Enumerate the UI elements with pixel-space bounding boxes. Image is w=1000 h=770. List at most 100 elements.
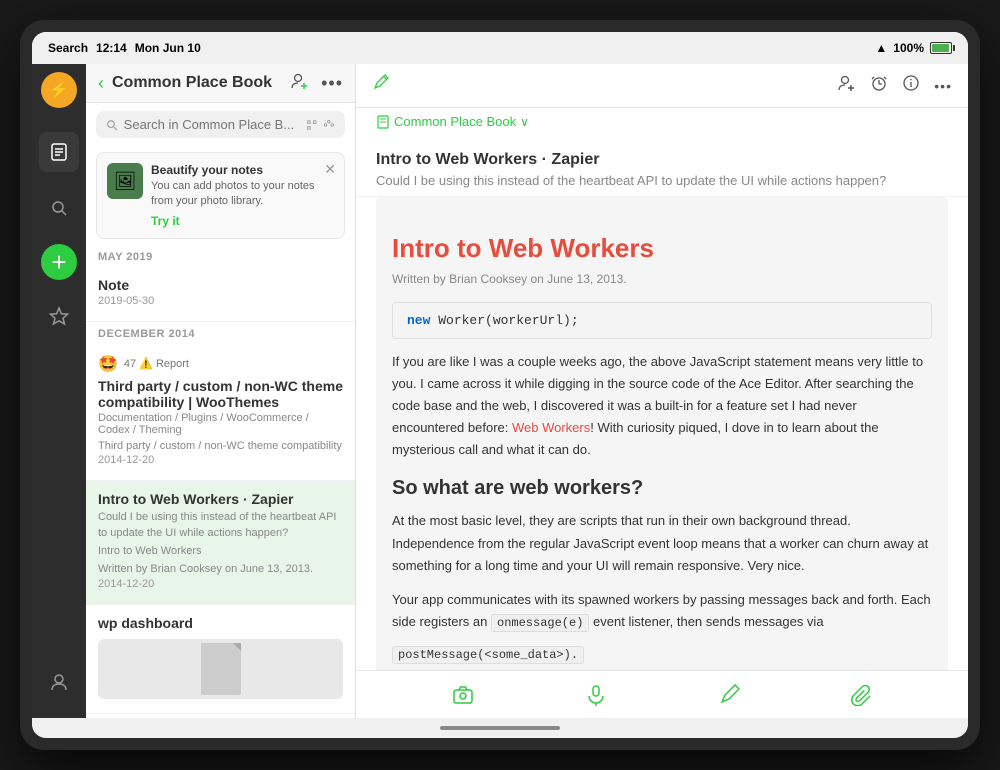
date-display: Mon Jun 10 [135,41,201,55]
promo-image: 🖼 [107,163,143,199]
icon-sidebar: ⚡ [32,64,86,718]
star-svg [49,306,69,326]
article-meta: Written by Brian Cooksey on June 13, 201… [392,272,932,286]
note-date: 2014-12-20 [98,578,343,590]
note-author: Written by Brian Cooksey on June 13, 201… [98,562,343,577]
note-subtitle: Could I be using this instead of the hea… [376,173,948,188]
more-options-icon[interactable]: ••• [321,73,343,94]
home-indicator [32,718,968,738]
section-header-may2019: MAY 2019 [86,245,355,267]
home-bar [440,726,560,730]
status-right: ▲ 100% [875,41,952,55]
attachment-button[interactable] [851,684,873,706]
breadcrumb-chevron: ∨ [520,115,529,129]
list-item[interactable]: Note 2019-05-30 [86,267,355,322]
filter-icon [323,118,335,132]
code-block: new Worker(workerUrl); [392,302,932,339]
code-body: Worker(workerUrl); [438,313,578,328]
code-keyword: new [407,313,430,328]
promo-description: You can add photos to your notes from yo… [151,179,334,210]
content-topbar: ••• [356,64,968,108]
back-button[interactable]: ‹ [98,73,104,94]
search-bar [96,111,345,138]
app-container: ⚡ [32,64,968,718]
notes-panel-title: Common Place Book [112,74,272,92]
search-svg [49,198,69,218]
note-title: Intro to Web Workers · Zapier [98,491,343,507]
pen-button[interactable] [718,684,740,706]
article-link[interactable]: Web Workers [512,420,590,435]
more-content-icon[interactable]: ••• [934,78,952,94]
note-body[interactable]: Intro to Web Workers Written by Brian Co… [356,197,968,670]
tablet-frame: Search 12:14 Mon Jun 10 ▲ 100% ⚡ [20,20,980,750]
wifi-icon: ▲ [875,41,887,55]
topbar-left [372,74,390,97]
camera-button[interactable] [452,684,474,706]
notes-header-left: ‹ Common Place Book [98,73,272,94]
note-main-title: Intro to Web Workers · Zapier [376,151,948,169]
inline-code-block: postMessage(<some_data>). [392,645,932,663]
search-icon [106,118,118,132]
note-desc: Third party / custom / non-WC theme comp… [98,439,343,454]
status-bar: Search 12:14 Mon Jun 10 ▲ 100% [32,32,968,64]
promo-title: Beautify your notes [151,163,334,177]
promo-content: Beautify your notes You can add photos t… [151,163,334,228]
notes-header: ‹ Common Place Book ••• [86,64,355,103]
alarm-icon[interactable] [870,74,888,97]
star-icon[interactable] [39,296,79,336]
list-item[interactable]: 🤩 47 ⚠️ Report Third party / custom / no… [86,344,355,481]
promo-card: 🖼 Beautify your notes You can add photos… [96,152,345,239]
lightning-icon[interactable]: ⚡ [41,72,77,108]
emoji-row: 🤩 47 ⚠️ Report [98,354,343,374]
search-label: Search [48,41,88,55]
user-sidebar-icon[interactable] [39,662,79,702]
document-thumb [201,643,241,695]
edit-icon[interactable] [372,74,390,97]
microphone-button[interactable] [585,684,607,706]
notes-list: MAY 2019 Note 2019-05-30 DECEMBER 2014 🤩… [86,245,355,718]
notes-icon[interactable] [39,132,79,172]
list-item[interactable]: Intro to Web Workers · Zapier Could I be… [86,481,355,605]
note-date: 2019-05-30 [98,295,343,307]
section-header-dec2014: DECEMBER 2014 [86,322,355,344]
note-emoji: 🤩 [98,354,118,374]
add-collaborator-icon[interactable] [838,74,856,97]
article-container: Intro to Web Workers Written by Brian Co… [376,197,948,670]
breadcrumb-label[interactable]: Common Place Book [394,114,516,129]
article-para-1: If you are like I was a couple weeks ago… [392,351,932,461]
note-header: Intro to Web Workers · Zapier Could I be… [356,135,968,197]
time-display: 12:14 [96,41,127,55]
article-title: Intro to Web Workers [392,233,932,264]
list-item[interactable]: wp dashboard [86,605,355,714]
breadcrumb-row: Common Place Book ∨ [356,108,968,135]
search-input[interactable] [124,117,300,132]
note-sub-desc: Intro to Web Workers [98,544,343,559]
note-stats: 47 ⚠️ Report [124,357,189,370]
info-icon[interactable] [902,74,920,97]
add-user-icon[interactable] [291,72,309,94]
notes-svg [49,142,69,162]
scan-icon [306,118,318,132]
content-panel: ••• Common Place Book ∨ Intro to Web Wor… [356,64,968,718]
add-button[interactable]: + [41,244,77,280]
inline-code-1: onmessage(e) [491,614,589,632]
promo-close-button[interactable]: ✕ [324,161,336,178]
note-tags: Documentation / Plugins / WooCommerce / … [98,412,343,436]
content-toolbar [356,670,968,718]
article-h2-1: So what are web workers? [392,477,932,500]
note-title: Third party / custom / non-WC theme comp… [98,378,343,410]
search-sidebar-icon[interactable] [39,188,79,228]
promo-cta[interactable]: Try it [151,214,334,228]
sidebar-bottom [39,662,79,710]
note-thumbnail [98,639,343,699]
topbar-right: ••• [838,74,952,97]
note-date: 2014-12-20 [98,454,343,466]
battery-percent: 100% [893,41,924,55]
notebook-icon [376,115,390,129]
header-icons: ••• [291,72,343,94]
user-svg [49,672,69,692]
note-desc: Could I be using this instead of the hea… [98,510,343,541]
note-title: wp dashboard [98,615,343,631]
inline-code-2: postMessage(<some_data>). [392,646,584,664]
note-title: Note [98,277,343,293]
